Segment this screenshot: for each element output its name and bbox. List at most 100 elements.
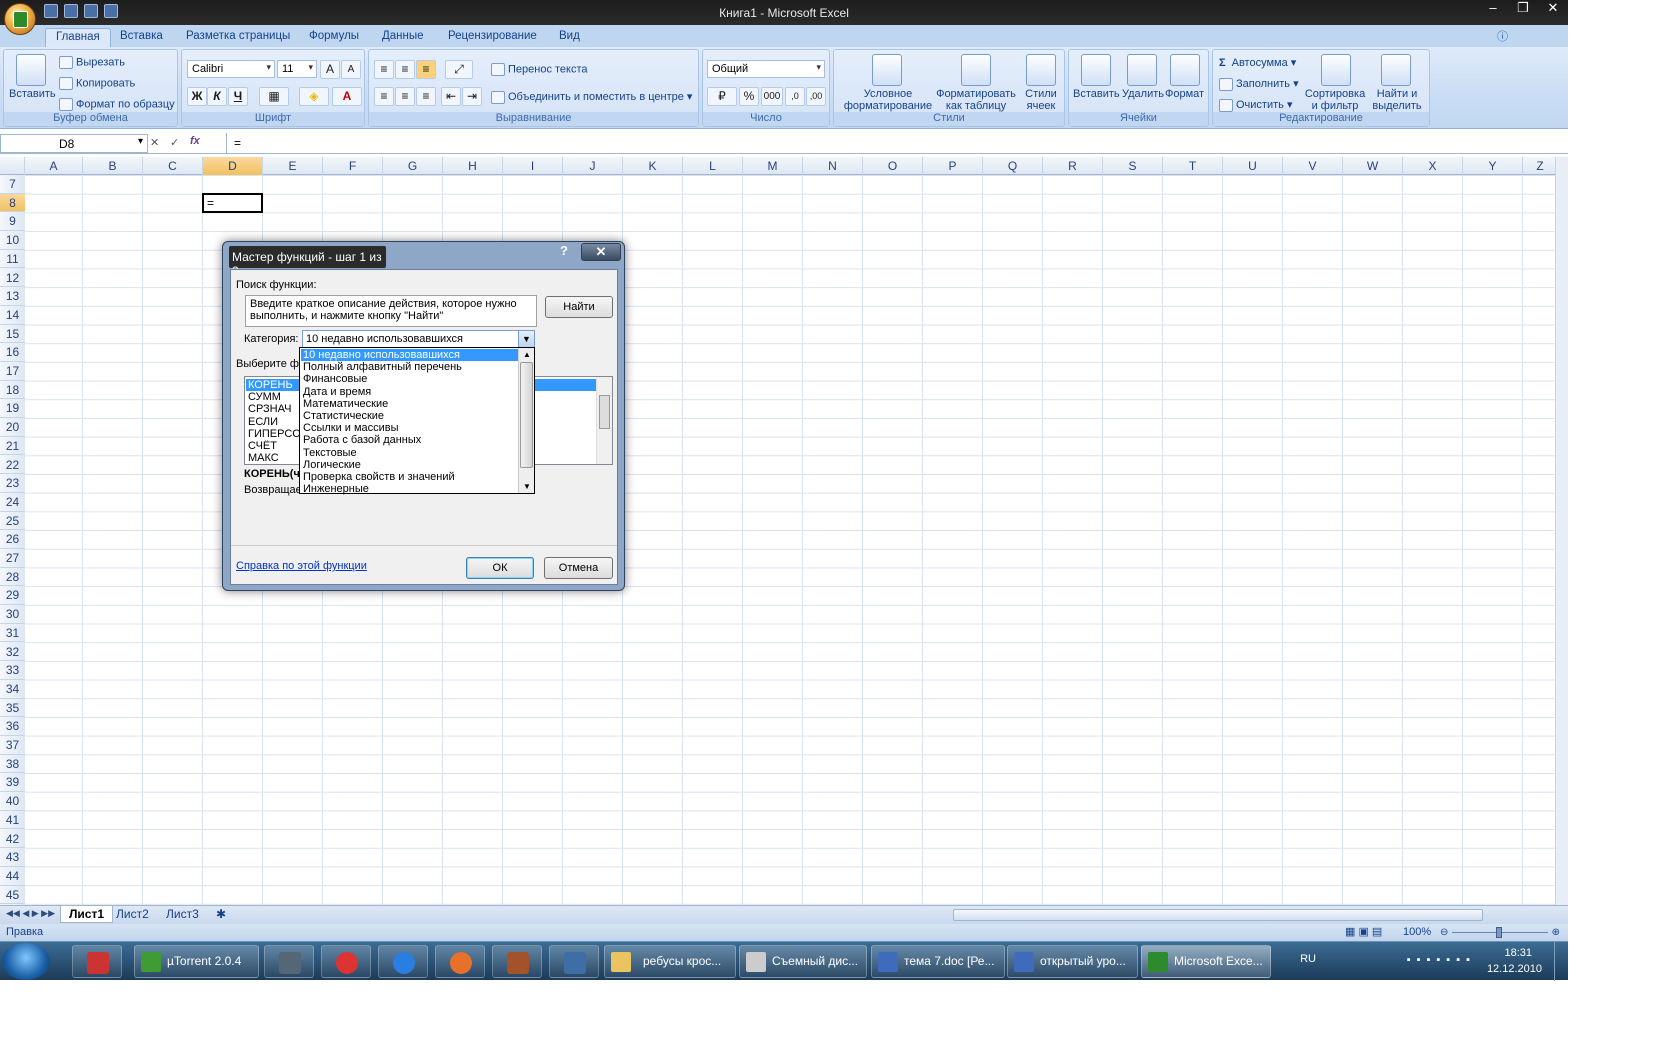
- format-as-table-button[interactable]: Форматировать как таблицу: [936, 88, 1016, 112]
- decrease-decimal-icon[interactable]: ,00: [806, 87, 826, 106]
- row-header[interactable]: 19: [0, 399, 25, 419]
- fill-color-icon[interactable]: ◈: [299, 87, 329, 106]
- format-as-table-icon[interactable]: [961, 54, 991, 86]
- column-header[interactable]: D: [203, 157, 263, 175]
- function-list-scrollbar[interactable]: [596, 377, 612, 464]
- sort-filter-icon[interactable]: [1321, 54, 1351, 86]
- column-header[interactable]: W: [1343, 157, 1403, 175]
- function-search-input[interactable]: Введите краткое описание действия, котор…: [245, 295, 537, 327]
- column-header[interactable]: H: [443, 157, 503, 175]
- category-option[interactable]: Дата и время: [301, 386, 518, 398]
- row-header[interactable]: 27: [0, 549, 25, 568]
- category-option[interactable]: Инженерные: [301, 483, 518, 495]
- app-icon-3[interactable]: [321, 945, 371, 978]
- delete-cells-button[interactable]: Удалить: [1122, 88, 1164, 100]
- wrap-text-button[interactable]: Перенос текста: [491, 63, 588, 76]
- taskbar-utorrent[interactable]: µTorrent 2.0.4: [134, 945, 259, 978]
- row-header[interactable]: 17: [0, 362, 25, 381]
- find-button[interactable]: Найти: [545, 296, 613, 318]
- clear-button[interactable]: Очистить ▾: [1219, 98, 1292, 112]
- function-list-item[interactable]: МАКС: [248, 452, 302, 464]
- zoom-thumb[interactable]: [1496, 927, 1502, 938]
- copy-button[interactable]: Копировать: [59, 77, 135, 90]
- function-list-item[interactable]: СЧЁТ: [248, 440, 302, 452]
- row-header[interactable]: 21: [0, 437, 25, 456]
- column-header[interactable]: E: [263, 157, 323, 175]
- row-header[interactable]: 42: [0, 830, 25, 849]
- office-button[interactable]: [4, 3, 36, 35]
- app-icon-7[interactable]: [549, 945, 599, 978]
- format-painter-button[interactable]: Формат по образцу: [59, 98, 175, 111]
- number-format-select[interactable]: Общий: [707, 60, 825, 78]
- tab-page-layout[interactable]: Разметка страницы: [176, 28, 300, 47]
- row-header[interactable]: 16: [0, 343, 25, 362]
- enter-edit-icon[interactable]: ✓: [170, 136, 179, 149]
- sheet-tab-1[interactable]: Лист1: [60, 906, 114, 923]
- ok-button[interactable]: ОК: [466, 557, 534, 579]
- start-button[interactable]: [2, 943, 50, 980]
- cut-button[interactable]: Вырезать: [59, 56, 125, 69]
- percent-button[interactable]: %: [739, 87, 759, 106]
- conditional-format-button[interactable]: Условное форматирование: [838, 88, 938, 112]
- row-header[interactable]: 43: [0, 848, 25, 867]
- cancel-button[interactable]: Отмена: [544, 557, 613, 579]
- column-header[interactable]: S: [1103, 157, 1163, 175]
- cell-styles-button[interactable]: Стили ячеек: [1020, 88, 1062, 112]
- category-option[interactable]: Ссылки и массивы: [301, 422, 518, 434]
- maximize-button[interactable]: ❐: [1508, 0, 1538, 18]
- sheet-nav-icon[interactable]: ◀◀ ◀ ▶ ▶▶: [6, 908, 55, 919]
- zoom-in-icon[interactable]: ⊕: [1552, 927, 1560, 938]
- horizontal-scrollbar[interactable]: [953, 909, 1483, 921]
- column-header[interactable]: P: [923, 157, 983, 175]
- column-header[interactable]: F: [323, 157, 383, 175]
- decrease-indent-icon[interactable]: ⇤: [441, 87, 461, 106]
- function-list-item[interactable]: ЕСЛИ: [248, 416, 302, 428]
- row-header[interactable]: 20: [0, 418, 25, 437]
- tab-home[interactable]: Главная: [45, 28, 111, 47]
- sheet-tab-3[interactable]: Лист3: [158, 906, 207, 923]
- row-header[interactable]: 44: [0, 867, 25, 886]
- category-option[interactable]: Полный алфавитный перечень: [301, 361, 518, 373]
- row-header[interactable]: 23: [0, 474, 25, 493]
- tray-icons[interactable]: ▪▪▪▪▪▪▪: [1407, 954, 1476, 966]
- app-icon-6[interactable]: [492, 945, 542, 978]
- row-header[interactable]: 28: [0, 568, 25, 587]
- formula-input[interactable]: =: [226, 133, 1556, 153]
- row-header[interactable]: 35: [0, 699, 25, 718]
- column-header[interactable]: B: [83, 157, 143, 175]
- merge-center-button[interactable]: Объединить и поместить в центре ▾: [491, 90, 692, 104]
- category-option[interactable]: Математические: [301, 398, 518, 410]
- column-header[interactable]: J: [563, 157, 623, 175]
- clock-time[interactable]: 18:31: [1504, 947, 1532, 959]
- row-header[interactable]: 34: [0, 680, 25, 699]
- fill-button[interactable]: Заполнить ▾: [1219, 77, 1299, 91]
- row-header[interactable]: 25: [0, 512, 25, 531]
- row-header[interactable]: 12: [0, 269, 25, 288]
- row-header[interactable]: 13: [0, 287, 25, 306]
- zoom-level[interactable]: 100%: [1403, 926, 1431, 938]
- align-middle-icon[interactable]: ≡: [395, 60, 415, 79]
- dialog-help-button[interactable]: ?: [549, 243, 579, 261]
- scroll-up-icon[interactable]: ▲: [523, 350, 531, 359]
- column-header[interactable]: V: [1283, 157, 1343, 175]
- category-option[interactable]: Финансовые: [301, 373, 518, 385]
- find-select-button[interactable]: Найти и выделить: [1369, 88, 1425, 112]
- font-size-select[interactable]: 11: [277, 60, 317, 78]
- vertical-scrollbar[interactable]: [1555, 157, 1568, 905]
- column-header[interactable]: K: [623, 157, 683, 175]
- category-option[interactable]: Логические: [301, 459, 518, 471]
- select-all-corner[interactable]: [0, 157, 25, 175]
- taskbar-removable-disk[interactable]: Съемный дис...: [739, 945, 867, 978]
- row-header[interactable]: 30: [0, 605, 25, 624]
- app-icon-2[interactable]: [264, 945, 314, 978]
- app-icon-4[interactable]: [378, 945, 428, 978]
- firefox-icon[interactable]: [435, 945, 485, 978]
- row-header[interactable]: 31: [0, 624, 25, 643]
- find-select-icon[interactable]: [1381, 54, 1411, 86]
- column-header[interactable]: X: [1403, 157, 1463, 175]
- column-header[interactable]: I: [503, 157, 563, 175]
- row-header[interactable]: 24: [0, 493, 25, 512]
- row-header[interactable]: 8: [0, 193, 25, 213]
- dropdown-scrollbar[interactable]: ▲ ▼: [518, 348, 534, 493]
- row-header[interactable]: 7: [0, 175, 25, 194]
